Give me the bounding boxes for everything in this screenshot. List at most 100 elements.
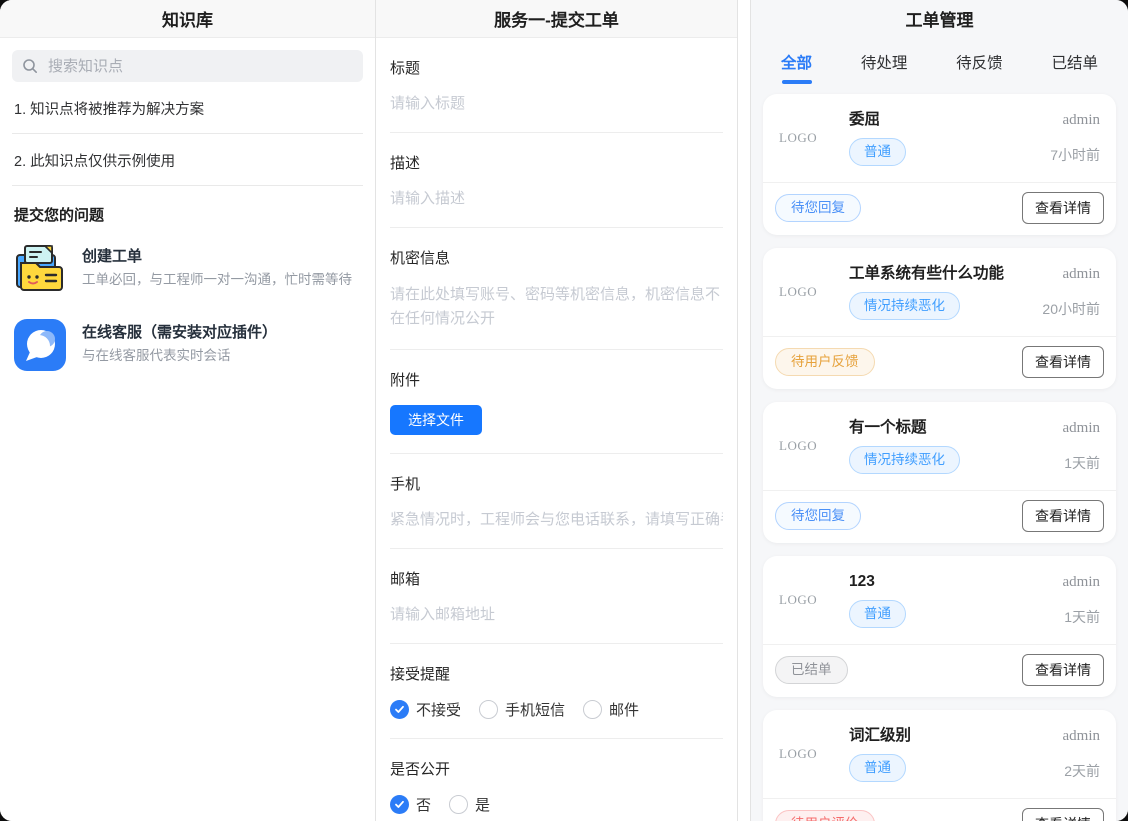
ticket-author: admin — [1042, 266, 1100, 283]
view-detail-button[interactable]: 查看详情 — [1022, 192, 1104, 224]
ticket-card-footer: 待您回复 查看详情 — [763, 183, 1116, 235]
secret-input[interactable] — [390, 283, 723, 331]
field-phone-label: 手机 — [390, 474, 723, 495]
ticket-card: LOGO 词汇级别 普通 admin 2天前 待用户评价 查看详情 — [763, 710, 1116, 821]
ticket-management-title: 工单管理 — [906, 6, 974, 31]
create-ticket-entry[interactable]: 创建工单 工单必回，与工程师一对一沟通，忙时需等待 — [12, 231, 363, 307]
ticket-card-footer: 已结单 查看详情 — [763, 645, 1116, 697]
field-phone: 手机 — [390, 474, 723, 549]
ticket-main: 工单系统有些什么功能 情况持续恶化 — [835, 264, 1042, 320]
ticket-main: 123 普通 — [835, 572, 1063, 628]
radio-sms[interactable]: 手机短信 — [479, 699, 565, 720]
submit-ticket-title: 服务一-提交工单 — [494, 6, 619, 31]
ticket-card: LOGO 委屈 普通 admin 7小时前 待您回复 查看详情 — [763, 94, 1116, 235]
knowledge-base-body: 1. 知识点将被推荐为解决方案 2. 此知识点仅供示例使用 提交您的问题 — [0, 38, 375, 383]
ticket-logo: LOGO — [779, 746, 835, 762]
ticket-meta: admin 2天前 — [1063, 728, 1101, 781]
tab-pending-label: 待处理 — [861, 55, 908, 72]
submit-ticket-form: 标题 描述 机密信息 附件 选择文件 手机 邮箱 — [376, 38, 737, 821]
view-detail-button[interactable]: 查看详情 — [1022, 346, 1104, 378]
email-input[interactable] — [390, 604, 723, 625]
radio-no-accept[interactable]: 不接受 — [390, 699, 461, 720]
create-ticket-texts: 创建工单 工单必回，与工程师一对一沟通，忙时需等待 — [82, 243, 352, 289]
ticket-tabs: 全部 待处理 待反馈 已结单 — [751, 37, 1128, 90]
tab-closed[interactable]: 已结单 — [1051, 51, 1098, 84]
knowledge-item-2[interactable]: 2. 此知识点仅供示例使用 — [12, 134, 363, 186]
ticket-meta: admin 1天前 — [1063, 574, 1101, 627]
scrollbar-gutter[interactable] — [738, 0, 751, 821]
radio-public-yes-label: 是 — [475, 794, 490, 815]
knowledge-search-box[interactable] — [12, 50, 363, 82]
radio-mail-label: 邮件 — [609, 699, 639, 720]
radio-unchecked-icon — [583, 700, 602, 719]
ticket-main: 词汇级别 普通 — [835, 726, 1063, 782]
ticket-status-badge: 已结单 — [775, 656, 848, 684]
public-options: 否 是 — [390, 794, 723, 815]
radio-public-no-label: 否 — [416, 794, 431, 815]
field-title-label: 标题 — [390, 58, 723, 79]
remind-options: 不接受 手机短信 邮件 — [390, 699, 723, 720]
submit-ticket-header: 服务一-提交工单 — [376, 0, 737, 38]
knowledge-item-1[interactable]: 1. 知识点将被推荐为解决方案 — [12, 82, 363, 134]
ticket-status-badge: 待您回复 — [775, 194, 861, 222]
view-detail-button[interactable]: 查看详情 — [1022, 654, 1104, 686]
folder-smiley-icon — [14, 243, 66, 295]
online-service-entry[interactable]: 在线客服（需安装对应插件） 与在线客服代表实时会话 — [12, 307, 363, 383]
ticket-card-top: LOGO 词汇级别 普通 admin 2天前 — [763, 710, 1116, 798]
ticket-time: 20小时前 — [1042, 299, 1100, 319]
ticket-logo: LOGO — [779, 130, 835, 146]
ticket-main: 有一个标题 情况持续恶化 — [835, 418, 1063, 474]
ticket-title: 有一个标题 — [849, 418, 1063, 438]
field-description: 描述 — [390, 153, 723, 228]
knowledge-base-panel: 知识库 1. 知识点将被推荐为解决方案 2. 此知识点仅供示例使用 提交您的问题 — [0, 0, 376, 821]
ticket-status-badge: 待用户反馈 — [775, 348, 875, 376]
radio-checked-icon — [390, 795, 409, 814]
field-secret: 机密信息 — [390, 248, 723, 350]
ticket-meta: admin 20小时前 — [1042, 266, 1100, 319]
online-service-title: 在线客服（需安装对应插件） — [82, 323, 277, 343]
ticket-card-list: LOGO 委屈 普通 admin 7小时前 待您回复 查看详情 — [751, 90, 1128, 821]
ticket-time: 1天前 — [1063, 453, 1101, 473]
tab-underline-placeholder — [964, 80, 994, 84]
ticket-card: LOGO 工单系统有些什么功能 情况持续恶化 admin 20小时前 待用户反馈… — [763, 248, 1116, 389]
ticket-title: 123 — [849, 572, 1063, 592]
view-detail-button[interactable]: 查看详情 — [1022, 808, 1104, 821]
tab-all[interactable]: 全部 — [781, 51, 812, 84]
knowledge-base-header: 知识库 — [0, 0, 375, 38]
radio-unchecked-icon — [479, 700, 498, 719]
ticket-title: 词汇级别 — [849, 726, 1063, 746]
active-tab-underline — [782, 80, 812, 84]
field-description-label: 描述 — [390, 153, 723, 174]
title-input[interactable] — [390, 93, 723, 114]
ticket-tag: 情况持续恶化 — [849, 446, 960, 474]
field-attachment: 附件 选择文件 — [390, 370, 723, 454]
view-detail-button[interactable]: 查看详情 — [1022, 500, 1104, 532]
description-input[interactable] — [390, 188, 723, 209]
ticket-time: 1天前 — [1063, 607, 1101, 627]
field-public-label: 是否公开 — [390, 759, 723, 780]
ticket-card-top: LOGO 123 普通 admin 1天前 — [763, 556, 1116, 644]
search-icon — [22, 58, 38, 74]
tab-underline-placeholder — [1060, 80, 1090, 84]
phone-input[interactable] — [390, 509, 723, 530]
choose-file-button[interactable]: 选择文件 — [390, 405, 482, 435]
ticket-tag: 情况持续恶化 — [849, 292, 960, 320]
app-window: 知识库 1. 知识点将被推荐为解决方案 2. 此知识点仅供示例使用 提交您的问题 — [0, 0, 1128, 821]
radio-public-no[interactable]: 否 — [390, 794, 431, 815]
submit-ticket-panel: 服务一-提交工单 标题 描述 机密信息 附件 选择文件 手机 — [376, 0, 738, 821]
knowledge-search-input[interactable] — [46, 57, 353, 76]
tab-pending[interactable]: 待处理 — [861, 51, 908, 84]
radio-mail[interactable]: 邮件 — [583, 699, 639, 720]
tab-all-label: 全部 — [781, 55, 812, 72]
ticket-card-top: LOGO 有一个标题 情况持续恶化 admin 1天前 — [763, 402, 1116, 490]
ticket-time: 2天前 — [1063, 761, 1101, 781]
ticket-card-top: LOGO 工单系统有些什么功能 情况持续恶化 admin 20小时前 — [763, 248, 1116, 336]
field-public: 是否公开 否 是 — [390, 759, 723, 821]
ticket-logo: LOGO — [779, 438, 835, 454]
ticket-card: LOGO 123 普通 admin 1天前 已结单 查看详情 — [763, 556, 1116, 697]
radio-public-yes[interactable]: 是 — [449, 794, 490, 815]
tab-feedback[interactable]: 待反馈 — [956, 51, 1003, 84]
field-email-label: 邮箱 — [390, 569, 723, 590]
create-ticket-desc: 工单必回，与工程师一对一沟通，忙时需等待 — [82, 270, 352, 289]
radio-sms-label: 手机短信 — [505, 699, 565, 720]
